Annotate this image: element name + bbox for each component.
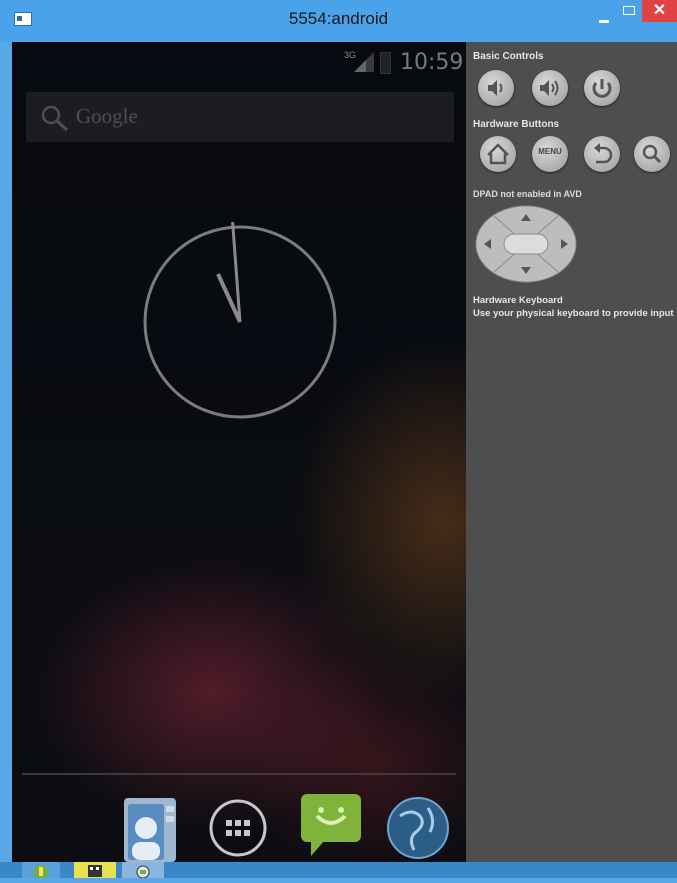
people-icon[interactable] <box>122 796 178 862</box>
magnifier-icon <box>642 144 662 164</box>
taskbar <box>0 862 677 879</box>
menu-button[interactable]: MENU <box>532 136 568 172</box>
status-bar: 3G 10:59 <box>12 42 466 82</box>
back-button[interactable] <box>584 136 620 172</box>
search-placeholder: Google <box>76 104 138 128</box>
maximize-button[interactable] <box>620 4 638 18</box>
battery-icon <box>380 52 391 74</box>
volume-up-icon <box>540 80 559 96</box>
window-title: 5554:android <box>288 9 389 28</box>
power-button[interactable] <box>584 70 620 106</box>
minimize-button[interactable] <box>594 10 616 28</box>
home-button[interactable] <box>480 136 516 172</box>
emulator-icon <box>136 865 150 879</box>
hardware-buttons-label: Hardware Buttons <box>473 119 560 130</box>
hardware-keyboard-note: Use your physical keyboard to provide in… <box>473 308 674 319</box>
volume-up-button[interactable] <box>532 70 568 106</box>
app-drawer-icon[interactable] <box>208 798 268 858</box>
volume-down-button[interactable] <box>478 70 514 106</box>
dock-divider <box>22 773 456 775</box>
google-search-bar[interactable]: Google <box>26 92 454 142</box>
taskbar-android-sdk-button[interactable] <box>22 862 60 879</box>
menu-button-label: MENU <box>538 147 562 156</box>
search-button[interactable] <box>634 136 670 172</box>
volume-down-icon <box>488 80 503 96</box>
emulator-screen[interactable]: 3G 10:59 Google <box>12 42 466 862</box>
taskbar-media-button[interactable] <box>74 862 116 878</box>
dpad-note: DPAD not enabled in AVD <box>473 189 582 199</box>
emulator-controls-panel: Basic Controls Hardware Buttons MENU DPA… <box>466 42 677 862</box>
browser-globe-icon[interactable] <box>386 794 450 862</box>
hardware-keyboard-title: Hardware Keyboard <box>473 295 563 306</box>
title-bar: 5554:android ✕ <box>0 0 677 42</box>
close-button[interactable]: ✕ <box>642 0 677 22</box>
android-sdk-icon <box>34 865 48 879</box>
messaging-icon[interactable] <box>299 792 363 862</box>
analog-clock-widget[interactable] <box>140 222 340 422</box>
status-time: 10:59 <box>400 50 464 75</box>
taskbar-emulator-button[interactable] <box>122 862 164 879</box>
home-icon <box>487 143 509 165</box>
back-arrow-icon <box>594 143 613 164</box>
dpad-control[interactable] <box>474 204 578 284</box>
search-icon <box>41 105 69 132</box>
power-icon <box>592 79 612 98</box>
media-app-icon <box>88 865 102 877</box>
signal-icon: 3G <box>344 50 378 74</box>
network-type-label: 3G <box>344 50 357 60</box>
basic-controls-label: Basic Controls <box>473 51 544 62</box>
